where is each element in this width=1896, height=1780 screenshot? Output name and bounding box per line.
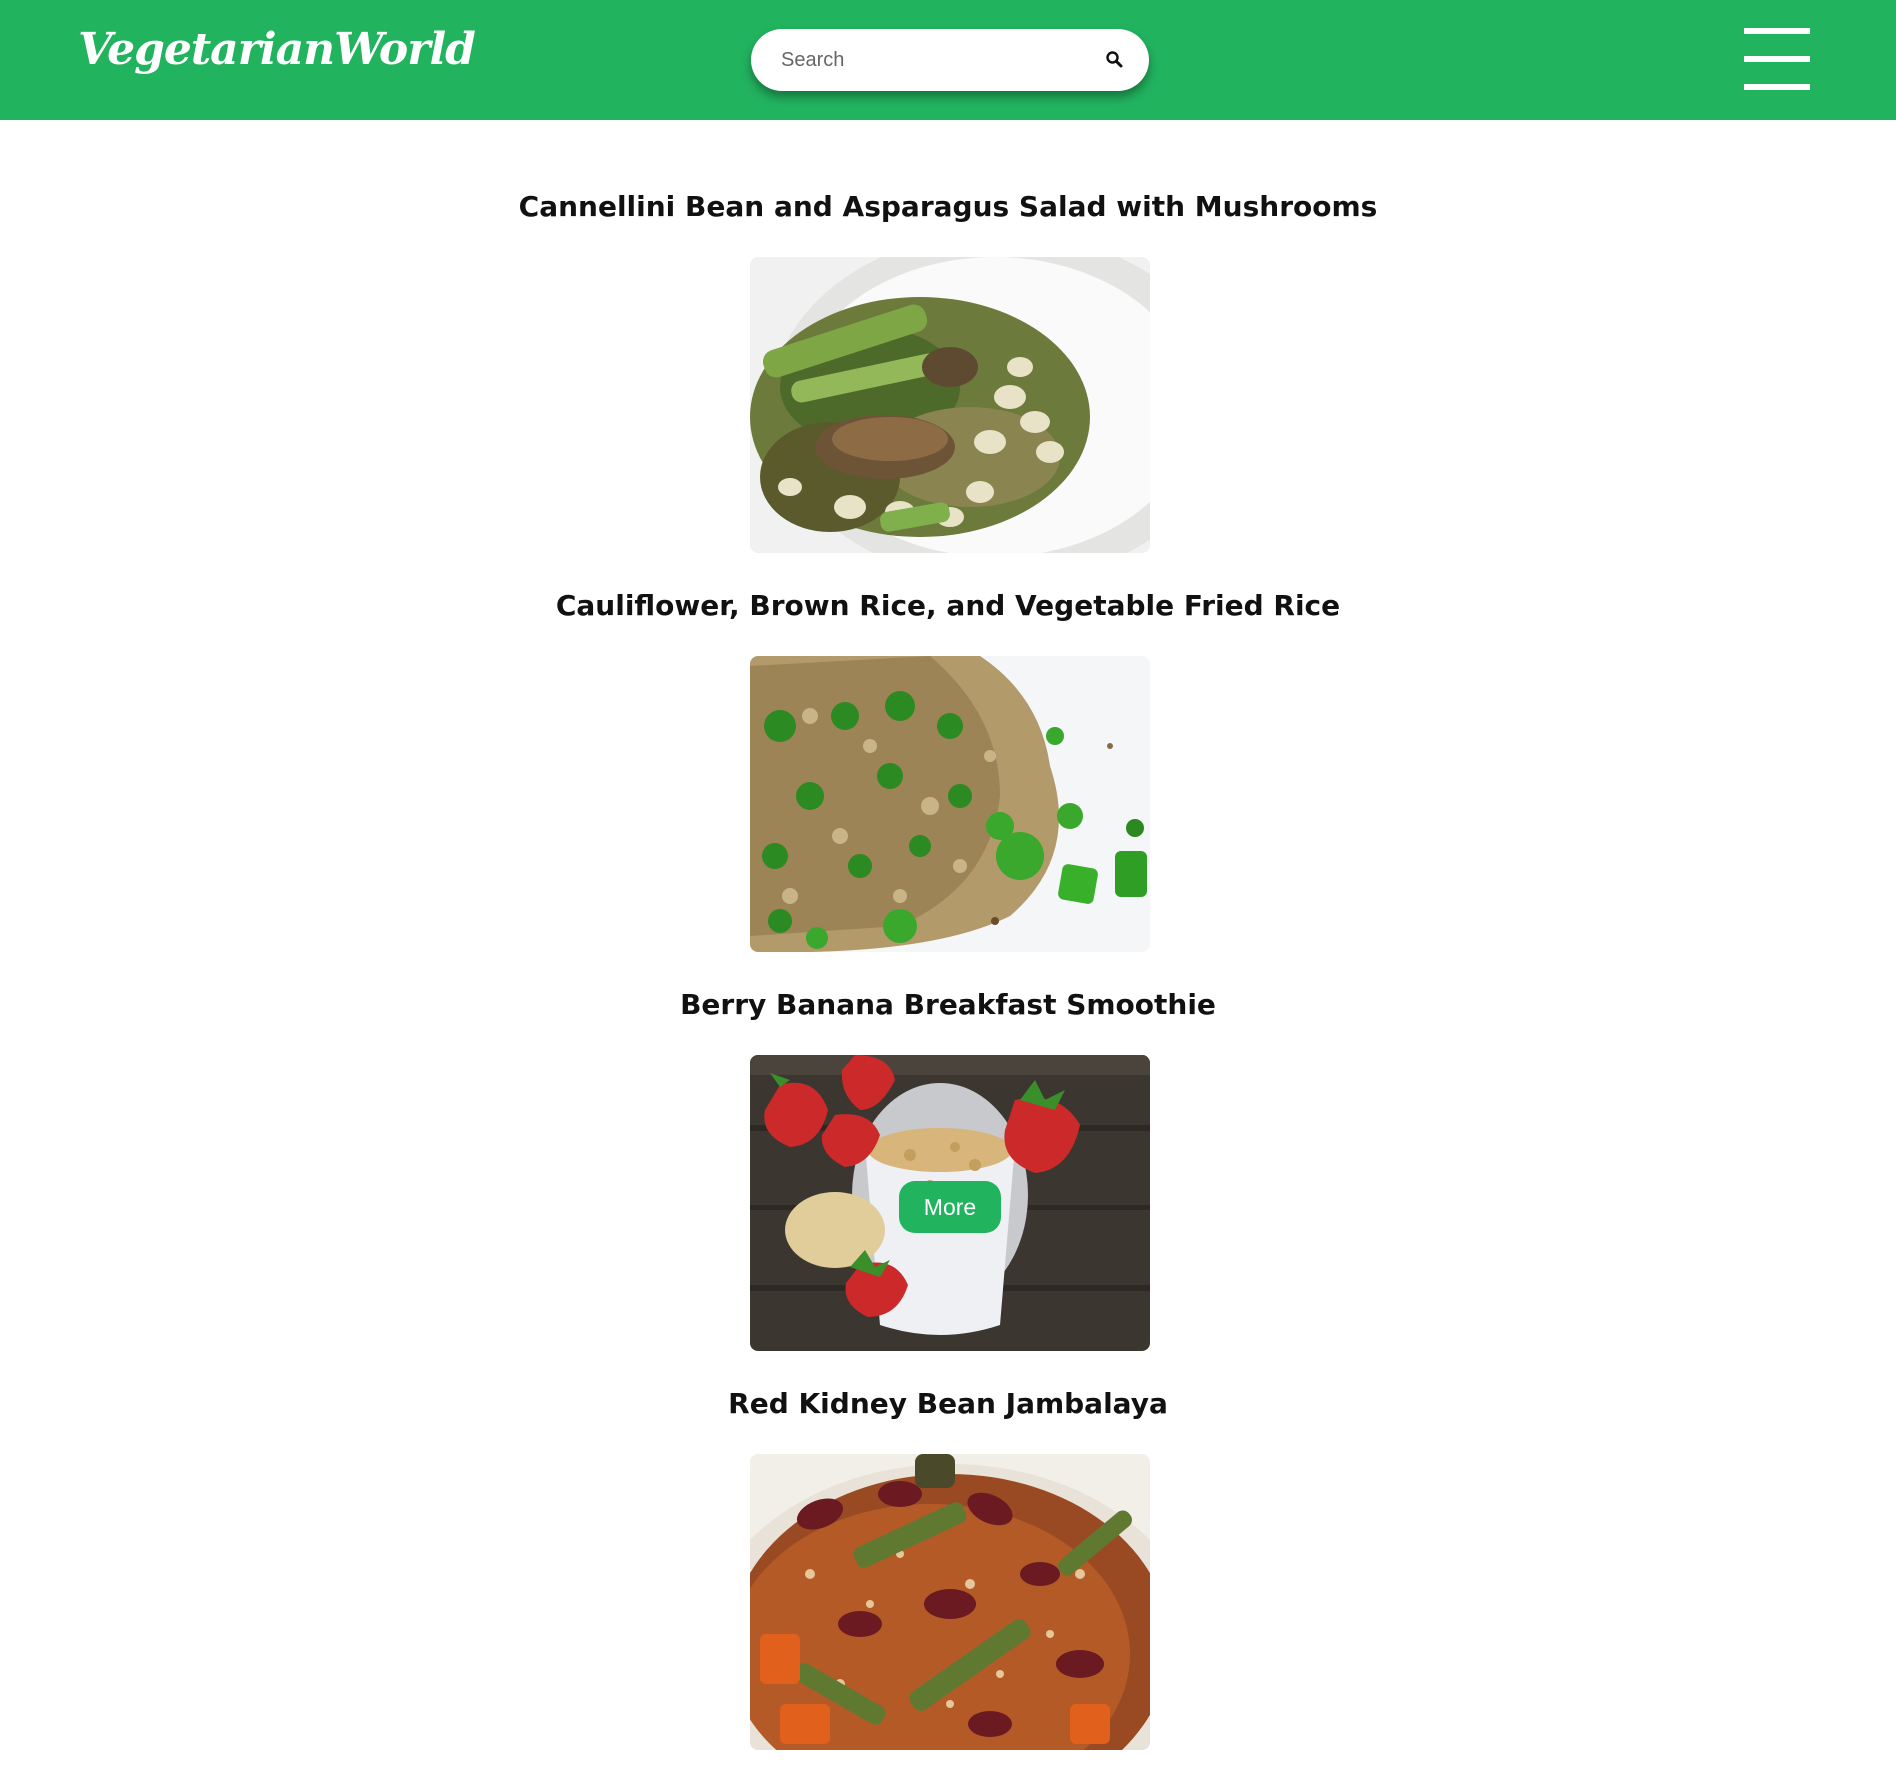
recipe-card: Red Kidney Bean Jambalaya xyxy=(0,1317,1896,1750)
search-bar[interactable] xyxy=(751,29,1149,91)
recipe-title[interactable]: Cannellini Bean and Asparagus Salad with… xyxy=(0,190,1896,224)
recipe-image[interactable]: More xyxy=(750,1055,1150,1351)
site-header: VegetarianWorld xyxy=(0,0,1896,120)
recipe-card: Cauliflower, Brown Rice, and Vegetable F… xyxy=(0,519,1896,952)
recipe-card: Berry Banana Breakfast Smoothie More xyxy=(0,918,1896,1351)
hamburger-menu-icon[interactable] xyxy=(1744,28,1810,90)
recipe-image[interactable] xyxy=(750,1454,1150,1750)
more-button[interactable]: More xyxy=(899,1181,1001,1233)
site-logo[interactable]: VegetarianWorld xyxy=(78,28,476,72)
recipe-title[interactable]: Cauliflower, Brown Rice, and Vegetable F… xyxy=(0,589,1896,623)
search-icon[interactable] xyxy=(1104,49,1126,71)
recipe-image[interactable] xyxy=(750,656,1150,952)
search-input[interactable] xyxy=(781,29,1081,91)
recipe-image[interactable] xyxy=(750,257,1150,553)
recipe-card: Cannellini Bean and Asparagus Salad with… xyxy=(0,120,1896,553)
recipe-title[interactable]: Berry Banana Breakfast Smoothie xyxy=(0,988,1896,1022)
recipe-title[interactable]: Red Kidney Bean Jambalaya xyxy=(0,1387,1896,1421)
